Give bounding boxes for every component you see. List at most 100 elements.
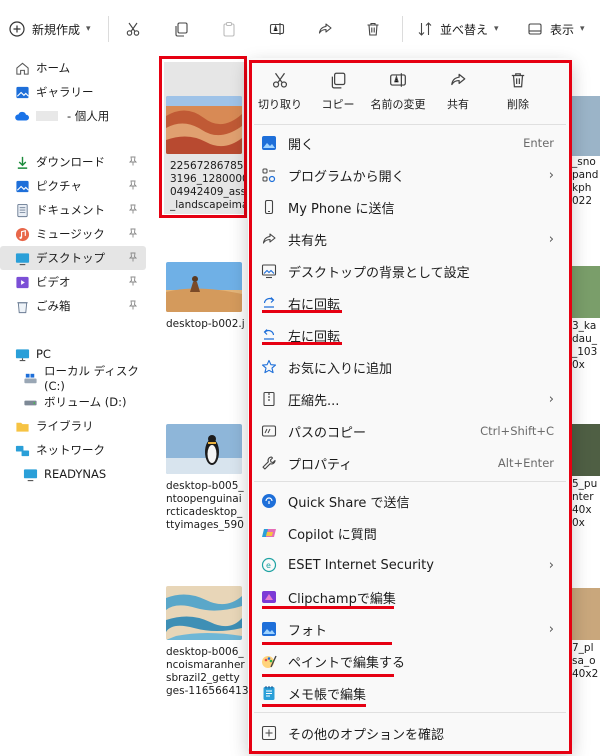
- file-item[interactable]: desktop-b002.j: [166, 262, 246, 331]
- menu-item-more-options[interactable]: その他のオプションを確認: [252, 718, 568, 748]
- view-button-label: 表示: [550, 22, 575, 37]
- view-icon: [526, 20, 544, 38]
- recycle-bin-icon: [14, 298, 30, 314]
- menu-item-rotate-right[interactable]: 右に回転: [252, 288, 568, 318]
- copy-action[interactable]: コピー: [308, 70, 368, 118]
- svg-text:e: e: [266, 561, 271, 570]
- phone-icon: [260, 198, 278, 216]
- share-action[interactable]: 共有: [428, 70, 488, 118]
- view-button[interactable]: 表示 ▾: [526, 18, 585, 40]
- clipchamp-icon: [260, 588, 278, 606]
- copy-button[interactable]: [172, 18, 190, 40]
- pc-icon: [14, 346, 30, 362]
- menu-item-copy-path[interactable]: パスのコピー Ctrl+Shift+C: [252, 416, 568, 446]
- sort-button[interactable]: 並べ替え ▾: [416, 18, 499, 40]
- file-item-partial[interactable]: [572, 96, 600, 156]
- file-name: desktop-b002.j: [166, 318, 245, 330]
- sidebar-item-videos[interactable]: ビデオ: [0, 270, 146, 294]
- menu-item-open[interactable]: 開く Enter: [252, 128, 568, 158]
- pin-icon[interactable]: [128, 227, 138, 241]
- delete-button[interactable]: [364, 18, 382, 40]
- command-bar: 新規作成 ▾ 並べ替え ▾ 表示 ▾: [0, 0, 600, 58]
- sidebar-item-readynas[interactable]: READYNAS: [0, 462, 146, 486]
- menu-item-share-to[interactable]: 共有先 ›: [252, 224, 568, 254]
- sidebar-item-onedrive[interactable]: - 個人用: [0, 104, 146, 128]
- sidebar-item-recycle-bin[interactable]: ごみ箱: [0, 294, 146, 318]
- menu-item-open-with[interactable]: プログラムから開く ›: [252, 160, 568, 190]
- file-thumbnail: [166, 424, 242, 474]
- pin-icon[interactable]: [128, 203, 138, 217]
- menu-divider: [254, 481, 566, 482]
- sidebar-item-downloads[interactable]: ダウンロード: [0, 150, 146, 174]
- file-item[interactable]: desktop-b006_ ncoismaranher sbrazil2_getty…: [166, 586, 248, 698]
- sidebar-item-volume-d[interactable]: ボリューム (D:): [0, 390, 146, 414]
- sidebar-item-home[interactable]: ホーム: [0, 56, 146, 80]
- pin-icon[interactable]: [128, 275, 138, 289]
- file-item-partial[interactable]: [572, 424, 600, 476]
- copy-icon: [328, 70, 348, 90]
- chevron-right-icon: ›: [548, 231, 554, 247]
- navigation-pane: ホーム ギャラリー - 個人用 ダウンロード ピクチャ ドキュメント ミュージッ…: [0, 56, 150, 756]
- menu-item-add-favorite[interactable]: お気に入りに追加: [252, 352, 568, 382]
- file-item[interactable]: desktop-b005_ ntoopenguinai rcticadesktop_…: [166, 424, 246, 532]
- sidebar-item-libraries[interactable]: ライブラリ: [0, 414, 146, 438]
- sidebar-item-desktop[interactable]: デスクトップ: [0, 246, 146, 270]
- sidebar-item-label: ビデオ: [36, 275, 71, 289]
- star-icon: [260, 358, 278, 376]
- sidebar-item-local-disk-c[interactable]: ローカル ディスク (C:): [0, 364, 146, 393]
- menu-item-label: プログラムから開く: [288, 169, 405, 185]
- rename-button[interactable]: [268, 18, 286, 40]
- menu-item-send-to-phone[interactable]: My Phone に送信: [252, 192, 568, 222]
- file-name-partial: 7_pl sa_o 40x2: [572, 642, 599, 680]
- sidebar-item-gallery[interactable]: ギャラリー: [0, 80, 146, 104]
- rename-action[interactable]: 名前の変更: [366, 70, 430, 118]
- chevron-down-icon: ▾: [580, 24, 585, 34]
- videos-icon: [14, 274, 30, 290]
- file-item-selected[interactable]: 225672867858 3196_1280000 04942409_asse _la…: [164, 62, 246, 214]
- menu-item-rotate-left[interactable]: 左に回転: [252, 320, 568, 350]
- menu-item-label: My Phone に送信: [288, 201, 395, 217]
- menu-item-set-wallpaper[interactable]: デスクトップの背景として設定: [252, 256, 568, 286]
- onedrive-icon: [14, 108, 30, 124]
- annotation-underline: [262, 674, 394, 677]
- file-thumbnail: [572, 266, 600, 318]
- sidebar-item-label: ドキュメント: [36, 203, 105, 217]
- pin-icon[interactable]: [128, 299, 138, 313]
- pin-icon[interactable]: [128, 155, 138, 169]
- toolbar-divider: [402, 16, 403, 42]
- menu-item-paint[interactable]: ペイントで編集する: [252, 646, 568, 676]
- paste-button[interactable]: [220, 18, 238, 40]
- menu-item-properties[interactable]: プロパティ Alt+Enter: [252, 448, 568, 478]
- sidebar-item-pictures[interactable]: ピクチャ: [0, 174, 146, 198]
- sidebar-item-music[interactable]: ミュージック: [0, 222, 146, 246]
- new-button[interactable]: 新規作成 ▾: [8, 18, 91, 40]
- trash-icon: [364, 20, 382, 38]
- photos-icon: [260, 134, 278, 152]
- menu-item-copilot[interactable]: Copilot に質問: [252, 518, 568, 548]
- cut-action[interactable]: 切り取り: [250, 70, 310, 118]
- file-name-partial: 5_pu nter 40x 0x: [572, 478, 598, 529]
- nas-icon: [22, 466, 38, 482]
- menu-divider: [254, 712, 566, 713]
- share-button[interactable]: [316, 18, 334, 40]
- file-item-partial[interactable]: [572, 266, 600, 318]
- pin-icon[interactable]: [128, 179, 138, 193]
- photos-icon: [260, 620, 278, 638]
- file-item-partial[interactable]: [572, 588, 600, 640]
- annotation-underline: [262, 310, 342, 313]
- cut-button[interactable]: [124, 18, 142, 40]
- file-thumbnail: [166, 262, 242, 312]
- pin-icon[interactable]: [128, 251, 138, 265]
- menu-item-eset[interactable]: e ESET Internet Security ›: [252, 550, 568, 580]
- sidebar-item-network[interactable]: ネットワーク: [0, 438, 146, 462]
- menu-item-quick-share[interactable]: Quick Share で送信: [252, 486, 568, 516]
- annotation-underline: [262, 342, 342, 345]
- copy-action-label: コピー: [321, 98, 355, 111]
- menu-item-photos[interactable]: フォト ›: [252, 614, 568, 644]
- sidebar-item-documents[interactable]: ドキュメント: [0, 198, 146, 222]
- menu-item-label: その他のオプションを確認: [288, 727, 445, 743]
- documents-icon: [14, 202, 30, 218]
- sidebar-item-label: ホーム: [36, 61, 71, 75]
- delete-action[interactable]: 削除: [488, 70, 548, 118]
- menu-item-compress[interactable]: 圧縮先... ›: [252, 384, 568, 414]
